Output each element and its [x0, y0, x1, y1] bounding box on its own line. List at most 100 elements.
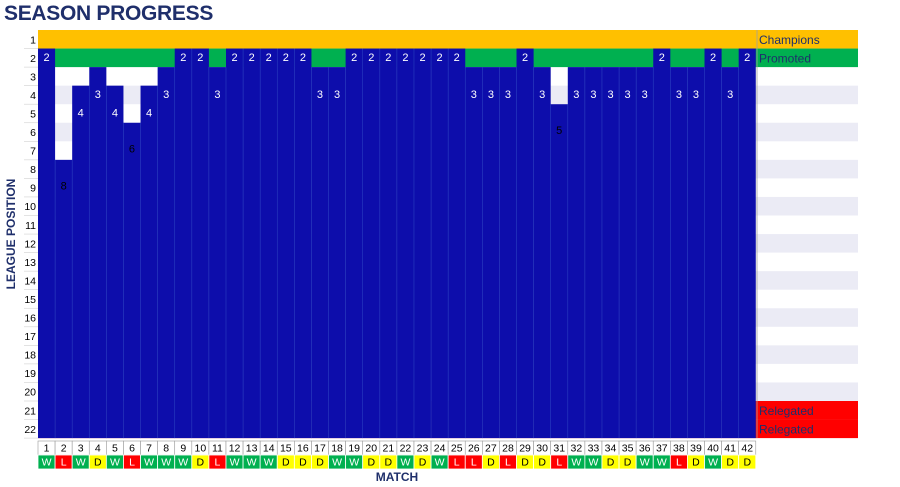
position-bar	[140, 85, 158, 439]
position-label: 6	[129, 144, 135, 156]
position-bar	[465, 67, 483, 439]
position-label: 3	[214, 89, 220, 101]
result-label: L	[471, 457, 477, 469]
position-label: 3	[607, 89, 613, 101]
position-bar	[106, 85, 124, 439]
position-label: 2	[710, 52, 716, 64]
position-label: 4	[112, 107, 118, 119]
match-number: 3	[78, 443, 84, 455]
position-bar	[191, 48, 209, 439]
position-bar	[431, 48, 449, 439]
result-label: D	[692, 457, 700, 469]
match-number: 21	[383, 443, 395, 455]
y-tick-label: 10	[24, 201, 36, 213]
position-bar	[567, 67, 585, 439]
match-number: 36	[639, 443, 651, 455]
y-tick-label: 16	[24, 313, 36, 325]
position-bar	[721, 67, 739, 439]
match-number: 5	[112, 443, 118, 455]
match-number: 8	[163, 443, 169, 455]
result-label: W	[76, 457, 86, 469]
zone-band	[38, 30, 858, 49]
position-label: 3	[727, 89, 733, 101]
match-number: 18	[331, 443, 343, 455]
result-label: D	[538, 457, 546, 469]
position-bar	[533, 67, 551, 439]
match-number: 35	[622, 443, 634, 455]
result-label: W	[588, 457, 598, 469]
position-bar	[294, 48, 312, 439]
match-number: 22	[400, 443, 412, 455]
result-label: L	[556, 457, 562, 469]
result-label: W	[144, 457, 154, 469]
match-number: 25	[451, 443, 463, 455]
y-tick-label: 7	[30, 146, 36, 158]
result-label: L	[505, 457, 511, 469]
position-label: 3	[505, 89, 511, 101]
result-label: D	[726, 457, 734, 469]
result-label: W	[110, 457, 120, 469]
position-label: 2	[266, 52, 272, 64]
position-bar	[311, 67, 329, 439]
match-number: 2	[61, 443, 67, 455]
position-bar	[55, 159, 73, 439]
match-number: 32	[570, 443, 582, 455]
position-bar	[413, 48, 432, 439]
y-tick-label: 21	[24, 405, 36, 417]
position-bar	[448, 48, 466, 439]
position-bar	[687, 67, 705, 439]
result-label: D	[299, 457, 307, 469]
position-bar	[89, 67, 107, 439]
result-label: D	[743, 457, 751, 469]
match-number: 17	[314, 443, 326, 455]
position-label: 2	[197, 52, 203, 64]
match-number: 11	[212, 443, 223, 455]
y-tick-label: 11	[25, 220, 36, 232]
match-number: 29	[519, 443, 531, 455]
result-label: D	[316, 457, 324, 469]
position-label: 3	[317, 89, 323, 101]
position-label: 2	[419, 52, 425, 64]
result-label: L	[676, 457, 682, 469]
match-number: 1	[44, 443, 50, 455]
position-label: 2	[368, 52, 374, 64]
match-number: 30	[536, 443, 548, 455]
position-bar	[157, 67, 175, 439]
match-number: 42	[741, 443, 753, 455]
position-label: 3	[573, 89, 579, 101]
position-label: 3	[676, 89, 682, 101]
season-progress-chart: ChampionsPromotedRelegatedRelegated28434…	[24, 30, 858, 470]
y-tick-label: 14	[24, 275, 36, 287]
match-number: 19	[348, 443, 360, 455]
result-label: W	[230, 457, 240, 469]
match-number: 24	[434, 443, 446, 455]
position-bar	[516, 48, 534, 439]
result-label: L	[129, 457, 135, 469]
position-label: 8	[61, 181, 67, 193]
y-tick-label: 5	[30, 108, 36, 120]
zone-label: Promoted	[759, 51, 811, 65]
match-number: 41	[724, 443, 736, 455]
zone-label: Champions	[759, 33, 820, 47]
result-label: D	[367, 457, 375, 469]
match-number: 13	[246, 443, 258, 455]
result-label: W	[178, 457, 188, 469]
match-number: 14	[263, 443, 275, 455]
position-bar	[38, 48, 56, 439]
y-tick-label: 17	[24, 331, 36, 343]
result-label: D	[487, 457, 495, 469]
match-number: 15	[280, 443, 292, 455]
y-tick-label: 1	[30, 34, 36, 46]
match-number: 20	[365, 443, 377, 455]
y-tick-label: 18	[24, 350, 36, 362]
result-label: W	[435, 457, 445, 469]
position-bar	[277, 48, 295, 439]
position-bar	[670, 67, 688, 439]
position-bar	[225, 48, 244, 439]
position-bar	[584, 67, 602, 439]
match-number: 39	[690, 443, 702, 455]
position-bar	[499, 67, 517, 439]
result-label: D	[282, 457, 290, 469]
match-number: 40	[707, 443, 719, 455]
result-label: D	[385, 457, 393, 469]
